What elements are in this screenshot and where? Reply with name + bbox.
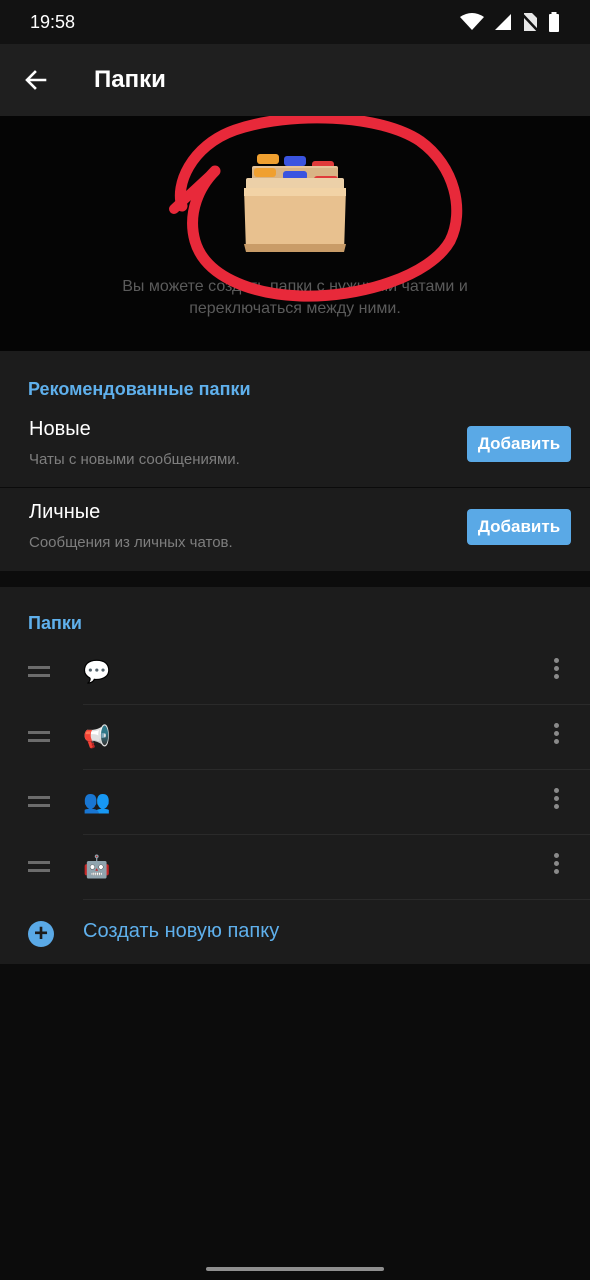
no-sim-icon	[522, 12, 538, 32]
battery-icon	[548, 12, 560, 32]
folders-settings-screen: 19:58 Папки Вы можете создать папки с ну…	[0, 0, 590, 1280]
home-indicator[interactable]	[206, 1267, 384, 1271]
signal-icon	[494, 13, 512, 31]
more-options-icon[interactable]	[546, 788, 566, 816]
status-icons	[460, 12, 560, 32]
more-options-icon[interactable]	[546, 853, 566, 881]
folder-row[interactable]: 📢	[0, 705, 590, 770]
status-time: 19:58	[30, 11, 76, 32]
card-index-dividers-icon	[169, 116, 463, 302]
plus-circle-icon: +	[28, 921, 54, 947]
speech-bubble-icon: 💬	[83, 659, 111, 684]
folder-row[interactable]: 🤖	[0, 835, 590, 900]
arrow-left-icon	[25, 70, 47, 90]
add-button[interactable]: Добавить	[467, 509, 571, 545]
recommended-item-subtitle: Сообщения из личных чатов.	[29, 534, 233, 551]
recommended-section-title: Рекомендованные папки	[28, 379, 251, 399]
app-bar: Папки	[0, 44, 590, 116]
more-options-icon[interactable]	[546, 658, 566, 686]
more-options-icon[interactable]	[546, 723, 566, 751]
recommended-item-title: Личные	[29, 501, 101, 523]
drag-handle-icon[interactable]	[28, 666, 50, 678]
add-button[interactable]: Добавить	[467, 426, 571, 462]
recommended-item-title: Новые	[29, 418, 91, 440]
people-icon: 👥	[83, 789, 111, 814]
folder-row[interactable]: 👥	[0, 770, 590, 835]
drag-handle-icon[interactable]	[28, 731, 50, 743]
create-folder-label: Создать новую папку	[83, 920, 280, 942]
recommended-folders-section: Рекомендованные папки Новые Чаты с новым…	[0, 351, 590, 571]
create-folder-button[interactable]: + Создать новую папку	[0, 900, 590, 965]
wifi-icon	[460, 13, 484, 31]
drag-handle-icon[interactable]	[28, 861, 50, 873]
recommended-item-new: Новые Чаты с новыми сообщениями. Добавит…	[0, 404, 590, 487]
recommended-item-personal: Личные Сообщения из личных чатов. Добави…	[0, 487, 590, 570]
folders-section: Папки 💬 📢 👥 🤖 + Создать новую папку	[0, 587, 590, 964]
recommended-item-subtitle: Чаты с новыми сообщениями.	[29, 451, 240, 468]
hero-banner: Вы можете создать папки с нужными чатами…	[0, 116, 590, 351]
status-bar: 19:58	[0, 0, 590, 44]
robot-icon: 🤖	[83, 854, 111, 879]
page-title: Папки	[94, 66, 166, 93]
drag-handle-icon[interactable]	[28, 796, 50, 808]
loudspeaker-icon: 📢	[83, 724, 111, 749]
back-button[interactable]	[0, 44, 72, 116]
folder-row[interactable]: 💬	[0, 640, 590, 705]
folders-section-title: Папки	[28, 613, 82, 633]
